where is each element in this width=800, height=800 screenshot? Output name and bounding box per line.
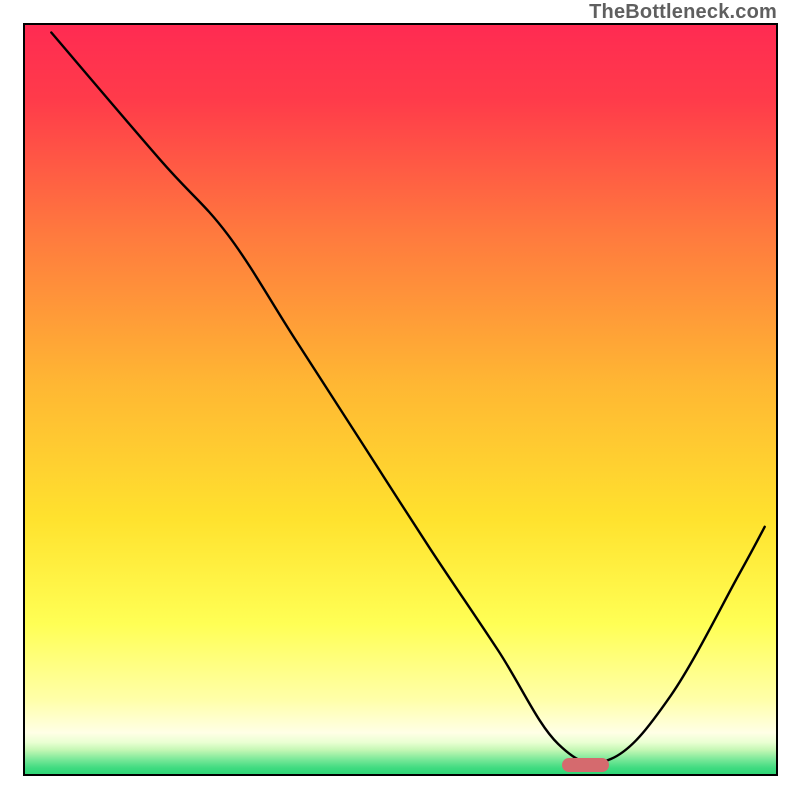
watermark-text: TheBottleneck.com bbox=[589, 1, 777, 24]
bottleneck-chart bbox=[25, 25, 776, 774]
gradient-background bbox=[25, 25, 776, 774]
optimal-range-marker bbox=[562, 758, 609, 772]
